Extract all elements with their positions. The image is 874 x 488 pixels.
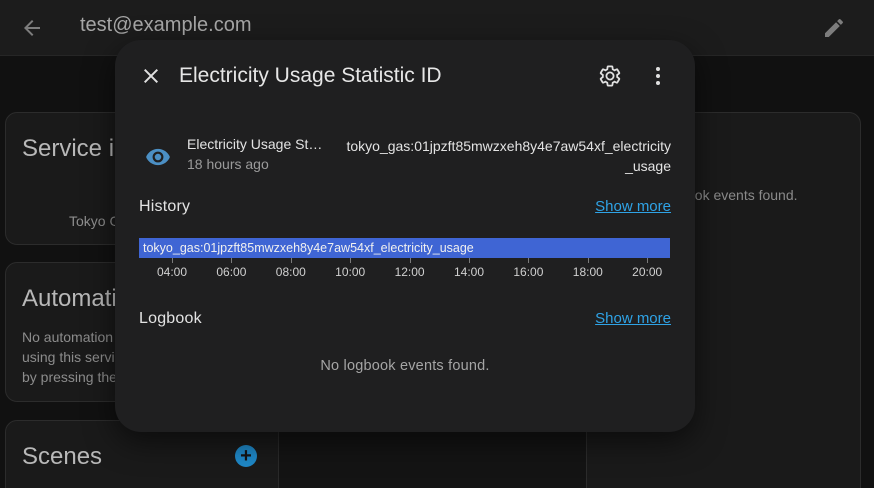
dialog-title: Electricity Usage Statistic ID — [179, 64, 442, 87]
close-icon[interactable] — [139, 64, 163, 88]
timeline-tick — [528, 258, 530, 263]
scenes-title: Scenes — [22, 443, 103, 470]
history-show-more-link[interactable]: Show more — [595, 198, 671, 215]
automations-text-line: No automation — [22, 329, 114, 345]
timeline-tick — [231, 258, 233, 263]
timeline-tick — [469, 258, 470, 263]
logbook-empty-text-background: ook events found. — [687, 187, 798, 203]
timeline-tick — [350, 258, 352, 263]
timeline-tick-label: 10:00 — [335, 265, 366, 279]
service-info-subtitle: Tokyo G — [69, 213, 121, 229]
timeline-tick-label: 16:00 — [513, 265, 544, 279]
timeline-tick-label: 20:00 — [632, 265, 663, 279]
gear-icon[interactable] — [598, 64, 622, 88]
timeline-tick-label: 18:00 — [572, 265, 603, 279]
pencil-icon[interactable] — [822, 16, 846, 40]
arrow-back-icon[interactable] — [20, 16, 44, 40]
entity-row[interactable]: Electricity Usage St… 18 hours ago tokyo… — [139, 136, 671, 176]
logbook-empty-message: No logbook events found. — [320, 358, 490, 374]
eye-icon — [146, 148, 170, 166]
history-title: History — [139, 198, 191, 215]
timeline-tick — [647, 258, 649, 263]
timeline-tick — [172, 258, 173, 263]
app-root: test@example.com Service in Tokyo G Auto… — [0, 0, 874, 488]
page-title: test@example.com — [80, 14, 252, 36]
timeline-tick-label: 14:00 — [453, 265, 485, 279]
timeline-axis: 04:00 06:00 08:00 10:00 12:00 14:00 16:00 18:00… — [139, 258, 670, 280]
timeline-tick-label: 06:00 — [216, 265, 247, 279]
timeline-tick-label: 08:00 — [275, 265, 306, 279]
more-info-dialog: Electricity Usage Statistic ID Electrici… — [115, 40, 695, 432]
timeline-tick — [409, 258, 411, 263]
entity-state: tokyo_gas:01jpzft85mwzxeh8y4e7aw54xf_ele… — [346, 138, 671, 174]
service-info-title: Service in — [22, 135, 128, 162]
automations-title: Automati — [22, 285, 117, 312]
automations-text-line: by pressing the — [22, 369, 117, 385]
logbook-show-more-link[interactable]: Show more — [595, 310, 671, 327]
entity-last-changed: 18 hours ago — [187, 156, 269, 172]
timeline-tick-label: 04:00 — [156, 265, 188, 279]
add-scene-icon[interactable]: + — [235, 445, 257, 467]
more-vertical-icon[interactable] — [646, 64, 670, 88]
logbook-title: Logbook — [139, 310, 202, 327]
timeline-tick-label: 12:00 — [394, 265, 425, 279]
timeline-tick — [587, 258, 589, 263]
entity-name: Electricity Usage St… — [187, 136, 323, 152]
history-timeline-bar[interactable]: tokyo_gas:01jpzft85mwzxeh8y4e7aw54xf_ele… — [139, 238, 670, 258]
automations-text-line: using this servi — [22, 349, 115, 365]
timeline-tick — [290, 258, 292, 263]
